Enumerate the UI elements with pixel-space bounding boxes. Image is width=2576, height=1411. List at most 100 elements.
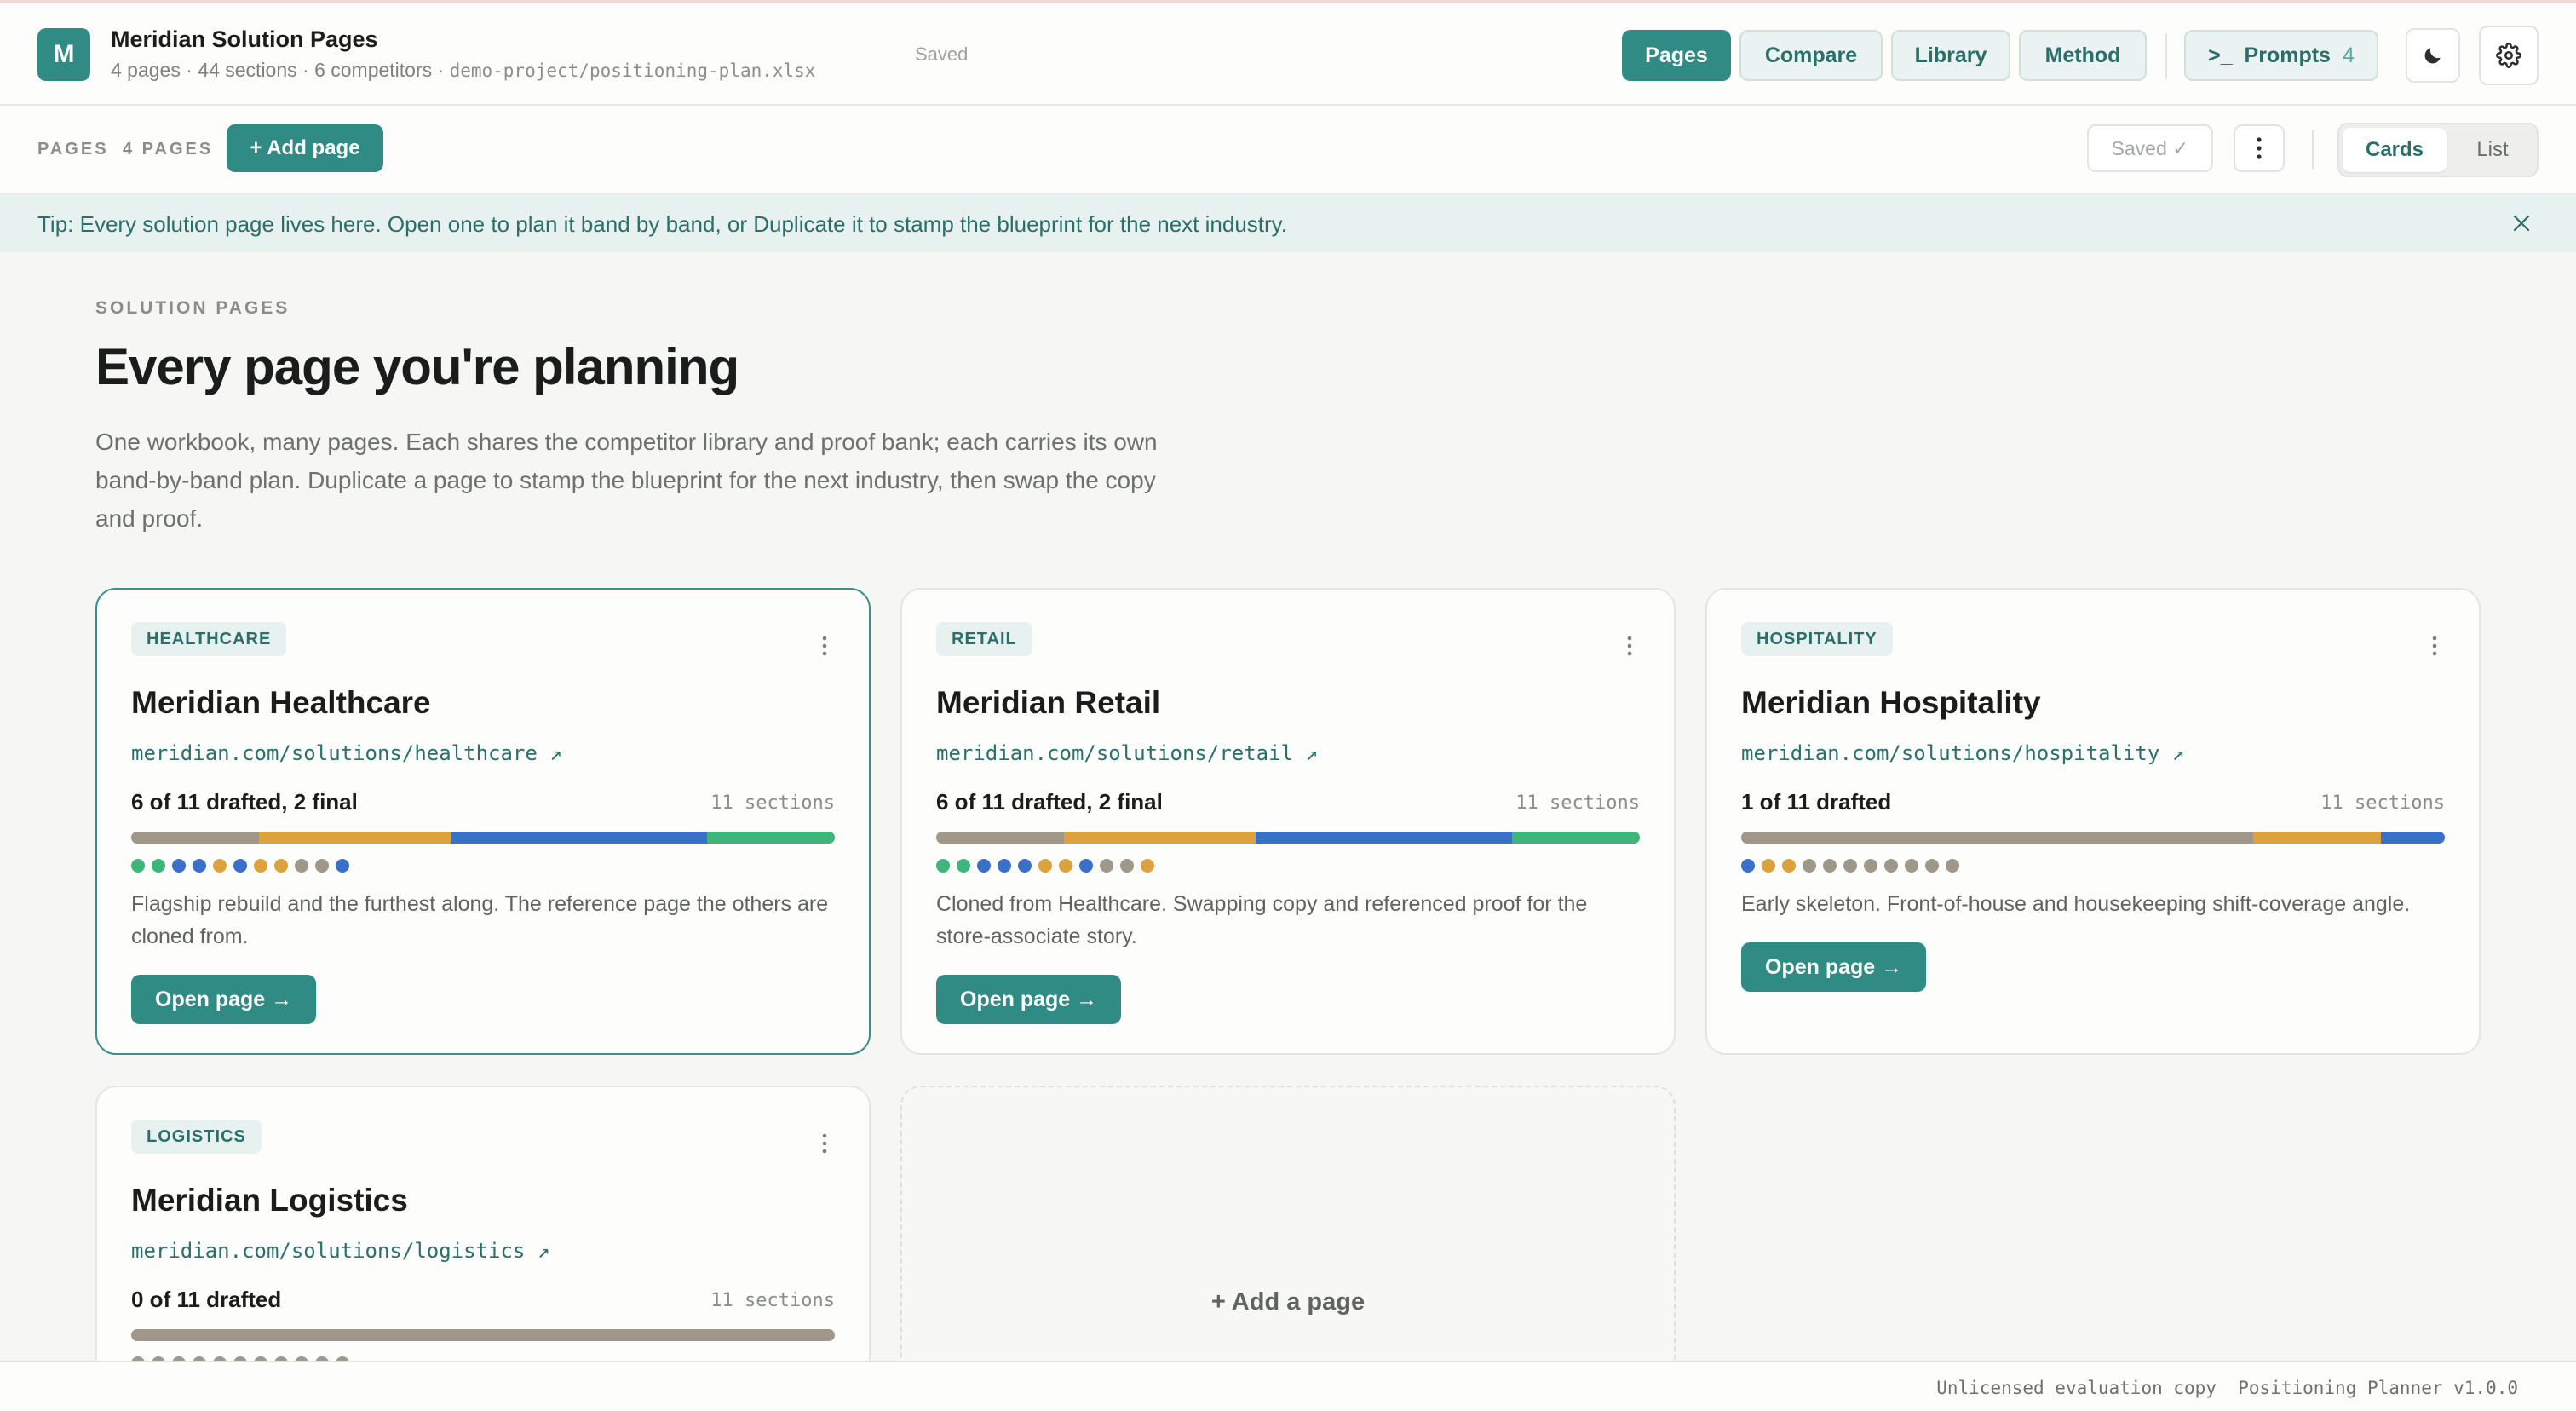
card-section-dots xyxy=(936,859,1154,873)
app-title: Meridian Solution Pages xyxy=(111,26,378,52)
section-status-dot-final[interactable] xyxy=(936,859,950,873)
prompts-count: 4 xyxy=(2342,43,2355,67)
settings-button[interactable] xyxy=(2479,26,2539,85)
open-page-button[interactable]: Open page → xyxy=(936,975,1122,1024)
card-progress-bar xyxy=(131,1329,835,1341)
section-status-dot-empty[interactable] xyxy=(1803,859,1816,873)
section-status-dot-drafting[interactable] xyxy=(1059,859,1072,873)
theme-toggle-button[interactable] xyxy=(2406,28,2460,83)
open-page-button[interactable]: Open page → xyxy=(131,975,317,1024)
section-status-dot-drafted[interactable] xyxy=(1018,859,1032,873)
section-status-dot-drafted[interactable] xyxy=(193,859,206,873)
progress-segment-empty xyxy=(131,832,260,844)
app-subtitle: 4 pages · 44 sections · 6 competitors · … xyxy=(111,59,815,82)
section-status-dot-empty[interactable] xyxy=(1120,859,1134,873)
section-status-dot-drafting[interactable] xyxy=(1141,859,1154,873)
section-status-dot-empty[interactable] xyxy=(1884,859,1898,873)
file-path: demo-project/positioning-plan.xlsx xyxy=(449,60,816,81)
nav-tab-pages[interactable]: Pages xyxy=(1622,30,1731,81)
close-icon xyxy=(2513,215,2530,232)
section-status-dot-drafted[interactable] xyxy=(233,859,247,873)
section-status-dot-empty[interactable] xyxy=(1100,859,1113,873)
progress-segment-drafting xyxy=(2252,832,2381,844)
card-progress-bar xyxy=(936,832,1640,844)
card-description: Cloned from Healthcare. Swapping copy an… xyxy=(936,892,1588,948)
section-status-dot-empty[interactable] xyxy=(1905,859,1918,873)
vertical-dots-icon xyxy=(2432,636,2437,656)
toolbar-page-count: 4 PAGES xyxy=(123,140,214,158)
app-version: Positioning Planner v1.0.0 xyxy=(2238,1378,2518,1398)
industry-tag: LOGISTICS xyxy=(131,1120,262,1154)
section-status-dot-empty[interactable] xyxy=(1946,859,1959,873)
card-menu-button[interactable] xyxy=(2424,631,2445,661)
card-menu-button[interactable] xyxy=(814,1128,835,1159)
section-status-dot-final[interactable] xyxy=(131,859,145,873)
section-status-dot-drafted[interactable] xyxy=(977,859,991,873)
progress-segment-empty xyxy=(131,1329,835,1341)
card-progress-bar xyxy=(1741,832,2445,844)
page-card-healthcare[interactable]: HEALTHCARE Meridian Healthcare meridian.… xyxy=(95,588,871,1055)
progress-segment-drafting xyxy=(1064,832,1256,844)
vertical-dots-icon xyxy=(1627,636,1632,656)
section-eyebrow: SOLUTION PAGES xyxy=(95,298,290,318)
add-page-button[interactable]: + Add page xyxy=(227,124,383,172)
section-status-dot-drafting[interactable] xyxy=(1782,859,1796,873)
section-status-dot-drafted[interactable] xyxy=(172,859,186,873)
card-section-count: 11 sections xyxy=(710,1290,835,1311)
pages-toolbar: PAGES 4 PAGES + Add page Saved ✓ Cards L… xyxy=(0,106,2576,194)
tip-banner: Tip: Every solution page lives here. Ope… xyxy=(0,194,2576,252)
saved-button[interactable]: Saved ✓ xyxy=(2087,124,2213,172)
nav-tab-library[interactable]: Library xyxy=(1891,30,2010,81)
prompts-button[interactable]: >_ Prompts 4 xyxy=(2184,30,2378,81)
section-status-dot-empty[interactable] xyxy=(1843,859,1857,873)
nav-tab-compare[interactable]: Compare xyxy=(1739,30,1883,81)
section-status-dot-empty[interactable] xyxy=(315,859,329,873)
progress-segment-drafted xyxy=(2380,832,2445,844)
section-status-dot-drafted[interactable] xyxy=(998,859,1011,873)
section-status-dot-empty[interactable] xyxy=(295,859,308,873)
card-section-count: 11 sections xyxy=(710,792,835,814)
card-menu-button[interactable] xyxy=(1619,631,1640,661)
card-section-count: 11 sections xyxy=(2320,792,2445,814)
view-list-button[interactable]: List xyxy=(2450,128,2535,172)
section-status-dot-drafting[interactable] xyxy=(1038,859,1052,873)
tip-close-button[interactable] xyxy=(2508,210,2535,237)
more-options-button[interactable] xyxy=(2234,124,2285,172)
nav-tab-method[interactable]: Method xyxy=(2019,30,2147,81)
card-description: Flagship rebuild and the furthest along.… xyxy=(131,892,829,948)
card-progress-text: 6 of 11 drafted, 2 final xyxy=(936,789,1163,815)
open-page-button[interactable]: Open page → xyxy=(1741,942,1927,992)
card-url-link[interactable]: meridian.com/solutions/healthcare ↗ xyxy=(131,741,562,765)
section-status-dot-empty[interactable] xyxy=(1925,859,1939,873)
section-status-dot-final[interactable] xyxy=(152,859,165,873)
status-footer: Unlicensed evaluation copy Positioning P… xyxy=(0,1361,2576,1411)
section-status-dot-empty[interactable] xyxy=(1864,859,1877,873)
progress-segment-drafted xyxy=(451,832,707,844)
section-status-dot-drafting[interactable] xyxy=(254,859,267,873)
footer-text: Unlicensed evaluation copy Positioning P… xyxy=(1936,1378,2518,1398)
progress-segment-empty xyxy=(936,832,1065,844)
view-cards-button[interactable]: Cards xyxy=(2343,128,2447,172)
card-title: Meridian Healthcare xyxy=(131,685,431,720)
section-status-dot-drafted[interactable] xyxy=(1079,859,1093,873)
section-status-dot-drafting[interactable] xyxy=(1762,859,1775,873)
page-card-retail[interactable]: RETAIL Meridian Retail meridian.com/solu… xyxy=(900,588,1676,1055)
industry-tag: HOSPITALITY xyxy=(1741,622,1893,656)
card-url-link[interactable]: meridian.com/solutions/retail ↗ xyxy=(936,741,1318,765)
section-status-dot-drafted[interactable] xyxy=(1741,859,1755,873)
progress-segment-drafted xyxy=(1256,832,1512,844)
nav-divider xyxy=(2165,33,2167,79)
section-status-dot-drafting[interactable] xyxy=(213,859,227,873)
page-description: One workbook, many pages. Each shares th… xyxy=(95,429,1158,532)
card-url-link[interactable]: meridian.com/solutions/hospitality ↗ xyxy=(1741,741,2184,765)
moon-icon xyxy=(2424,48,2441,64)
page-card-hospitality[interactable]: HOSPITALITY Meridian Hospitality meridia… xyxy=(1705,588,2481,1055)
card-progress-bar xyxy=(131,832,835,844)
card-menu-button[interactable] xyxy=(814,631,835,661)
section-status-dot-drafted[interactable] xyxy=(336,859,349,873)
section-status-dot-final[interactable] xyxy=(957,859,970,873)
section-status-dot-empty[interactable] xyxy=(1823,859,1837,873)
section-status-dot-drafting[interactable] xyxy=(274,859,288,873)
card-title: Meridian Retail xyxy=(936,685,1161,720)
card-url-link[interactable]: meridian.com/solutions/logistics ↗ xyxy=(131,1239,549,1263)
